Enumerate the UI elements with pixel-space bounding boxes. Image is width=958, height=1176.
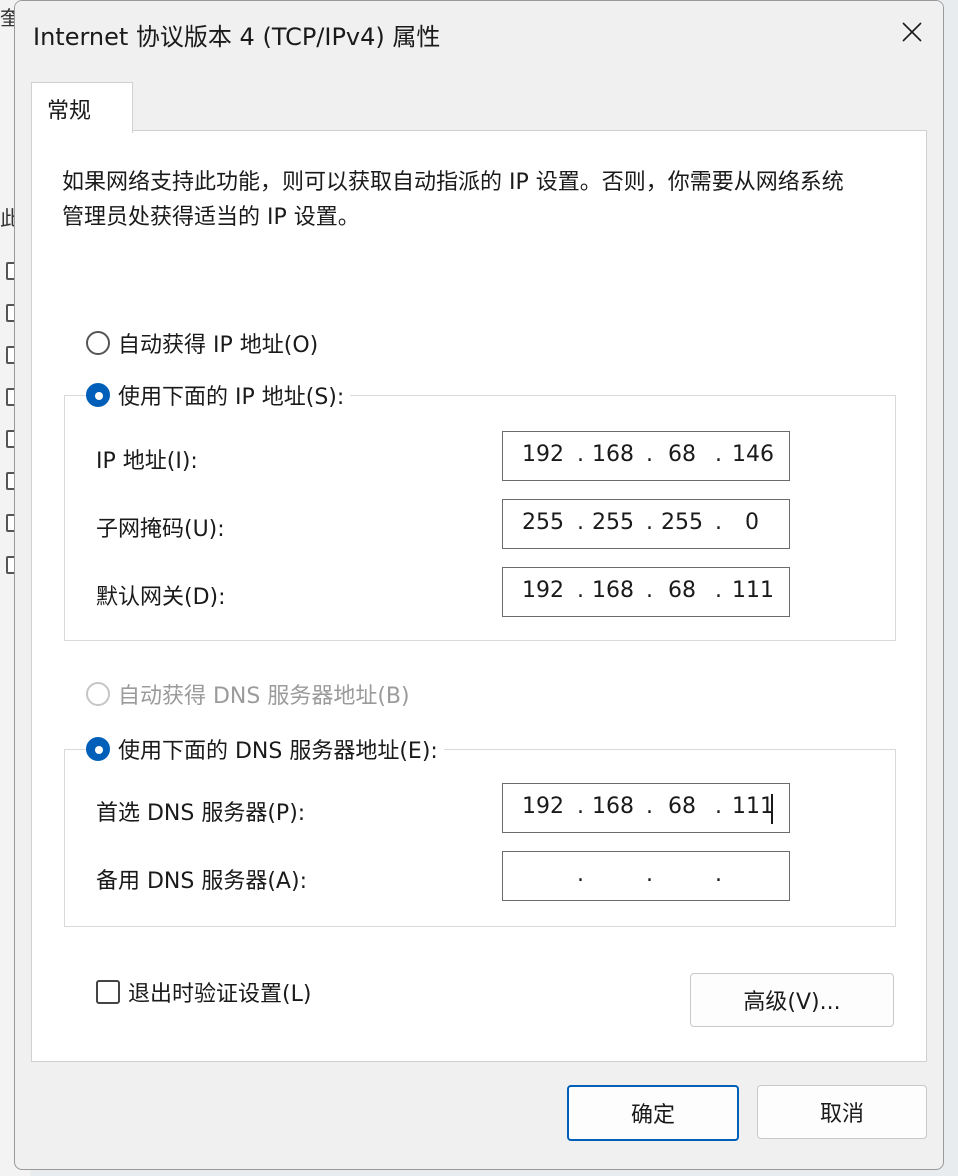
octet: 146: [732, 442, 774, 467]
octet-dot: .: [646, 794, 653, 819]
octet-dot: .: [646, 510, 653, 535]
manual-dns-radio[interactable]: 使用下面的 DNS 服务器地址(E):: [86, 733, 444, 765]
dialog-title: Internet 协议版本 4 (TCP/IPv4) 属性: [33, 23, 441, 51]
octet: 255: [522, 510, 564, 535]
octet-dot: .: [715, 510, 722, 535]
octet: 168: [592, 442, 634, 467]
octet-dot: .: [577, 862, 584, 887]
octet-dot: .: [577, 578, 584, 603]
tcpipv4-properties-dialog: Internet 协议版本 4 (TCP/IPv4) 属性 常规 如果网络支持此…: [14, 0, 944, 1170]
validate-on-exit-label: 退出时验证设置(L): [128, 982, 312, 1007]
octet-dot: .: [646, 862, 653, 887]
close-icon: [902, 22, 922, 42]
auto-ip-label: 自动获得 IP 地址(O): [118, 333, 319, 358]
text-cursor: [771, 794, 773, 824]
octet: 68: [668, 578, 696, 603]
preferred-dns-input[interactable]: 192 . 168 . 68 . 111: [502, 783, 790, 833]
octet-dot: .: [715, 442, 722, 467]
ip-address-input[interactable]: 192 . 168 . 68 . 146: [502, 431, 790, 481]
octet-dot: .: [646, 578, 653, 603]
auto-dns-label: 自动获得 DNS 服务器地址(B): [118, 684, 410, 709]
manual-dns-label: 使用下面的 DNS 服务器地址(E):: [118, 739, 438, 764]
ok-button[interactable]: 确定: [567, 1085, 739, 1141]
octet: 168: [592, 578, 634, 603]
octet: 111: [732, 794, 774, 819]
octet-dot: .: [715, 862, 722, 887]
octet-dot: .: [577, 442, 584, 467]
manual-ip-radio[interactable]: 使用下面的 IP 地址(S):: [86, 379, 351, 411]
validate-on-exit-checkbox[interactable]: 退出时验证设置(L): [96, 976, 311, 1008]
manual-dns-radio-circle[interactable]: [86, 737, 110, 761]
subnet-mask-input[interactable]: 255 . 255 . 255 . 0: [502, 499, 790, 549]
octet: 68: [668, 442, 696, 467]
alternate-dns-input[interactable]: . . .: [502, 851, 790, 901]
octet: 255: [592, 510, 634, 535]
auto-ip-radio-circle[interactable]: [86, 331, 110, 355]
octet: 168: [592, 794, 634, 819]
auto-ip-radio[interactable]: 自动获得 IP 地址(O): [86, 327, 318, 359]
tab-general-label: 常规: [47, 99, 92, 124]
auto-dns-radio-circle[interactable]: [86, 682, 110, 706]
octet-dot: .: [577, 794, 584, 819]
preferred-dns-label: 首选 DNS 服务器(P):: [96, 801, 306, 826]
octet: 111: [732, 578, 774, 603]
cancel-button[interactable]: 取消: [757, 1085, 927, 1139]
octet: 0: [745, 510, 759, 535]
advanced-button[interactable]: 高级(V)...: [690, 973, 894, 1027]
octet-dot: .: [715, 578, 722, 603]
octet: 255: [661, 510, 703, 535]
octet: 192: [522, 442, 564, 467]
manual-ip-label: 使用下面的 IP 地址(S):: [118, 385, 345, 410]
manual-ip-radio-circle[interactable]: [86, 383, 110, 407]
tab-general[interactable]: 常规: [31, 82, 133, 133]
octet: 192: [522, 794, 564, 819]
subnet-mask-label: 子网掩码(U):: [96, 517, 225, 542]
default-gateway-input[interactable]: 192 . 168 . 68 . 111: [502, 567, 790, 617]
description-text: 如果网络支持此功能，则可以获取自动指派的 IP 设置。否则，你需要从网络系统管理…: [62, 170, 844, 230]
validate-on-exit-box[interactable]: [96, 980, 120, 1004]
octet: 68: [668, 794, 696, 819]
general-panel: 如果网络支持此功能，则可以获取自动指派的 IP 设置。否则，你需要从网络系统管理…: [31, 130, 927, 1062]
ip-address-label: IP 地址(I):: [96, 449, 198, 474]
octet-dot: .: [715, 794, 722, 819]
close-button[interactable]: [889, 9, 935, 55]
alternate-dns-label: 备用 DNS 服务器(A):: [96, 869, 307, 894]
octet: 192: [522, 578, 564, 603]
title-bar[interactable]: Internet 协议版本 4 (TCP/IPv4) 属性: [15, 1, 943, 63]
default-gateway-label: 默认网关(D):: [96, 585, 226, 610]
octet-dot: .: [577, 510, 584, 535]
auto-dns-radio[interactable]: 自动获得 DNS 服务器地址(B): [86, 678, 410, 710]
octet-dot: .: [646, 442, 653, 467]
